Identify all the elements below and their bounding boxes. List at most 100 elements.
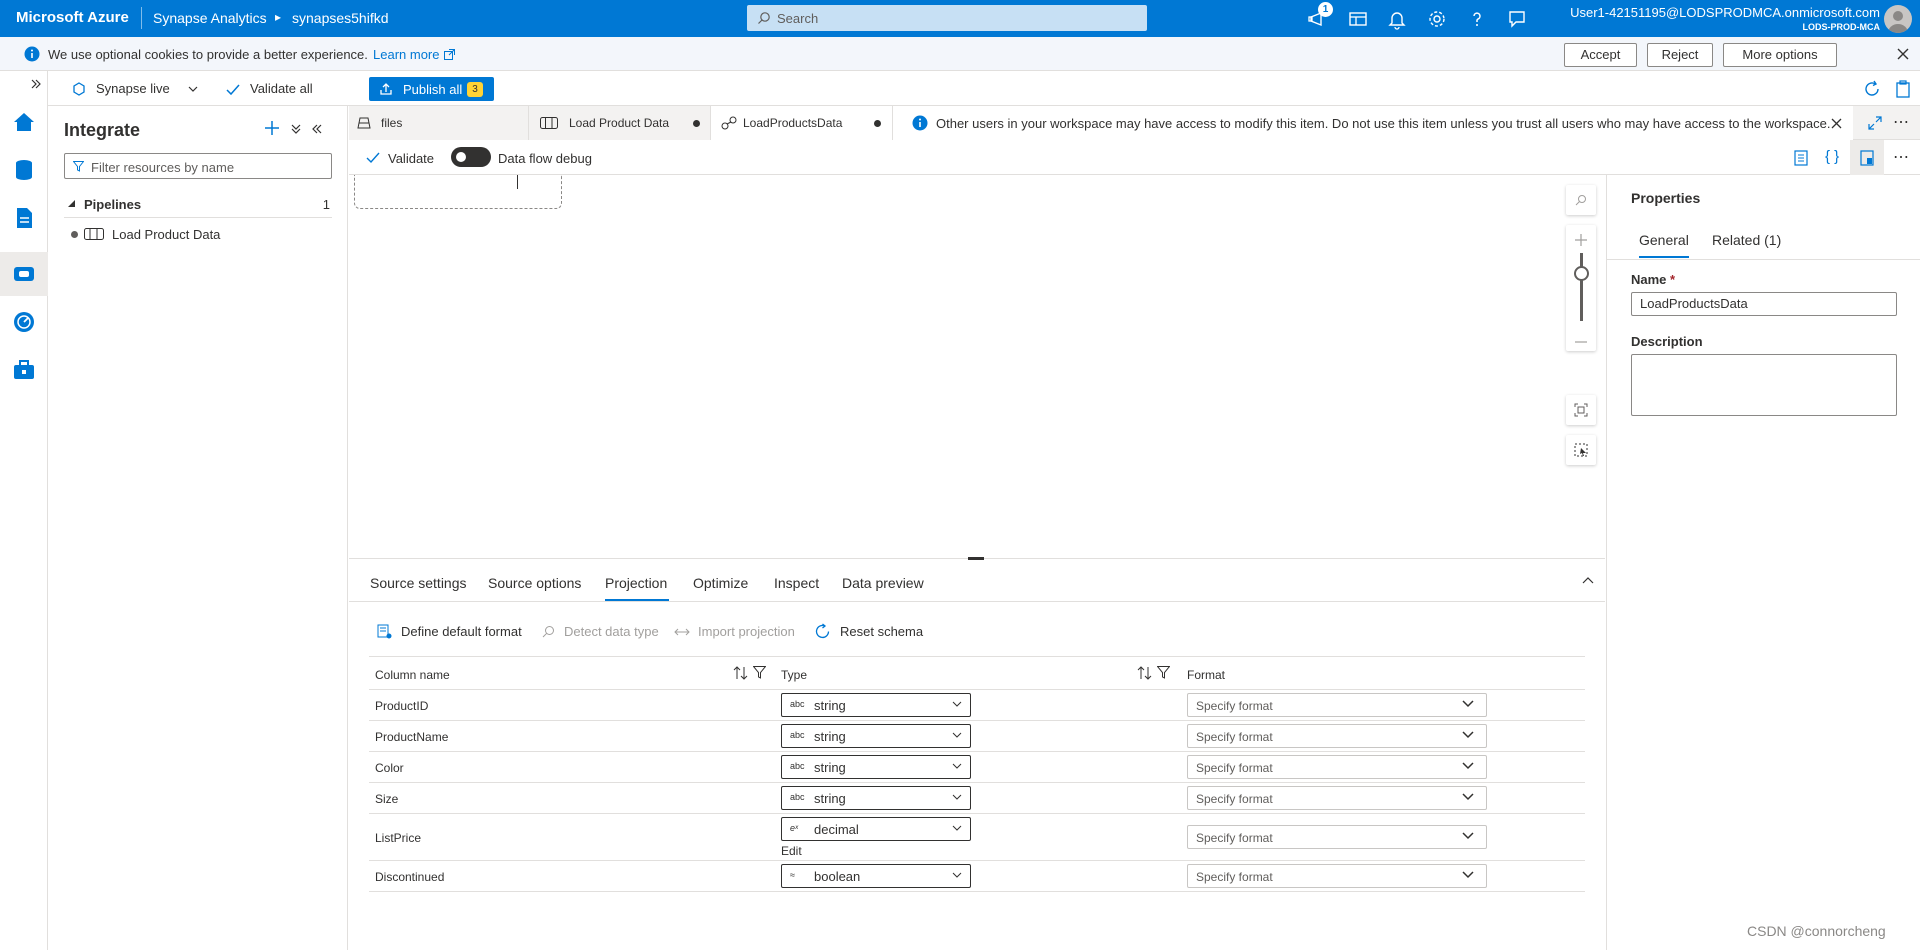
zoom-search-button[interactable]: [1566, 185, 1596, 215]
properties-icon[interactable]: [1860, 150, 1874, 166]
detect-data-type-button[interactable]: Detect data type: [564, 624, 659, 639]
chevron-down-icon[interactable]: [188, 85, 198, 93]
format-dropdown[interactable]: Specify format: [1187, 755, 1487, 779]
type-header: Type: [781, 668, 808, 682]
chevron-up-icon[interactable]: [1582, 576, 1594, 584]
type-dropdown[interactable]: ≈ boolean: [781, 864, 971, 888]
validate-all-button[interactable]: Validate all: [250, 81, 313, 96]
filter-icon[interactable]: [1157, 666, 1170, 679]
more-icon[interactable]: ⋯: [1893, 147, 1909, 167]
search-icon: [1575, 195, 1586, 206]
search-box[interactable]: Search: [747, 5, 1147, 31]
tab-inspect[interactable]: Inspect: [774, 575, 819, 591]
collapse-all-icon[interactable]: [290, 123, 302, 135]
name-field[interactable]: LoadProductsData: [1631, 292, 1897, 316]
tab-loadproductsdata[interactable]: LoadProductsData: [711, 106, 893, 140]
feedback-icon[interactable]: [1506, 8, 1528, 30]
type-dropdown[interactable]: eˣ decimal: [781, 817, 971, 841]
code-icon[interactable]: { }: [1825, 148, 1839, 165]
tab-source-options[interactable]: Source options: [488, 575, 581, 591]
type-dropdown[interactable]: abc string: [781, 755, 971, 779]
monitor-hub-icon[interactable]: [12, 310, 36, 334]
data-flow-debug-toggle[interactable]: [451, 147, 491, 167]
filter-resources-input[interactable]: Filter resources by name: [64, 153, 332, 179]
synapse-live-label[interactable]: Synapse live: [96, 81, 170, 96]
script-icon[interactable]: [1794, 150, 1808, 166]
dataflow-canvas[interactable]: [349, 175, 1605, 558]
integrate-title: Integrate: [64, 120, 141, 140]
avatar[interactable]: [1884, 5, 1912, 33]
pipeline-item-load-product-data[interactable]: Load Product Data: [64, 222, 332, 246]
pane-splitter[interactable]: [968, 557, 984, 560]
reject-button[interactable]: Reject: [1647, 43, 1713, 67]
plus-icon[interactable]: [264, 120, 280, 136]
help-icon[interactable]: [1466, 8, 1488, 30]
description-field[interactable]: [1631, 354, 1897, 416]
zoom-slider[interactable]: [1566, 225, 1596, 351]
close-icon[interactable]: [1831, 118, 1842, 129]
edit-link[interactable]: Edit: [781, 844, 802, 858]
develop-hub-icon[interactable]: [12, 206, 36, 230]
breadcrumb-synapse-analytics[interactable]: Synapse Analytics: [153, 10, 267, 26]
home-icon[interactable]: [12, 110, 36, 134]
gear-icon[interactable]: [1426, 8, 1448, 30]
format-dropdown[interactable]: Specify format: [1187, 825, 1487, 849]
column-name-cell: Color: [375, 761, 404, 775]
fit-to-screen-button[interactable]: [1566, 395, 1596, 425]
dataset-icon: [357, 117, 371, 129]
format-dropdown[interactable]: Specify format: [1187, 693, 1487, 717]
type-icon: abc: [790, 699, 805, 709]
import-projection-button[interactable]: Import projection: [698, 624, 795, 639]
tab-related[interactable]: Related (1): [1712, 232, 1781, 248]
tab-optimize[interactable]: Optimize: [693, 575, 748, 591]
user-name[interactable]: User1-42151195@LODSPRODMCA.onmicrosoft.c…: [1570, 5, 1880, 20]
integrate-hub-icon[interactable]: [12, 262, 36, 286]
chevron-down-icon: [952, 732, 962, 738]
learn-more-link[interactable]: Learn more: [373, 47, 439, 62]
sort-icon[interactable]: [733, 666, 749, 680]
more-icon[interactable]: ⋯: [1893, 112, 1909, 132]
publish-all-button[interactable]: Publish all 3: [369, 77, 494, 101]
type-dropdown[interactable]: abc string: [781, 693, 971, 717]
tab-data-preview[interactable]: Data preview: [842, 575, 924, 591]
select-mode-button[interactable]: [1566, 435, 1596, 465]
tab-source-settings[interactable]: Source settings: [370, 575, 467, 591]
expand-icon[interactable]: [1868, 116, 1882, 130]
filter-icon[interactable]: [753, 666, 766, 679]
pipelines-group[interactable]: Pipelines 1: [64, 192, 332, 218]
close-icon[interactable]: [1897, 48, 1909, 60]
tab-projection[interactable]: Projection: [605, 575, 667, 591]
data-hub-icon[interactable]: [12, 158, 36, 182]
format-dropdown[interactable]: Specify format: [1187, 786, 1487, 810]
avatar-person-icon: [1888, 11, 1908, 33]
collapse-panel-icon[interactable]: [311, 123, 323, 135]
table-row: ProductName abc string Specify format: [369, 721, 1585, 752]
filter-icon: [73, 161, 84, 172]
discard-icon[interactable]: [1895, 80, 1911, 98]
refresh-icon[interactable]: [1863, 80, 1881, 98]
brand-label[interactable]: Microsoft Azure: [16, 9, 129, 26]
bell-icon[interactable]: [1386, 8, 1408, 30]
format-dropdown[interactable]: Specify format: [1187, 724, 1487, 748]
reset-schema-button[interactable]: Reset schema: [840, 624, 923, 639]
zoom-in-icon[interactable]: [1574, 233, 1588, 247]
zoom-handle[interactable]: [1574, 266, 1589, 281]
validate-button[interactable]: Validate: [388, 151, 434, 166]
tab-files[interactable]: files: [349, 106, 529, 140]
tab-general[interactable]: General: [1639, 232, 1689, 248]
column-name-cell: ListPrice: [375, 831, 422, 845]
manage-hub-icon[interactable]: [12, 358, 36, 382]
sort-icon[interactable]: [1137, 666, 1153, 680]
define-default-format-button[interactable]: Define default format: [401, 624, 522, 639]
tab-load-product-data[interactable]: Load Product Data: [529, 106, 711, 140]
portal-menu-icon[interactable]: [1347, 8, 1369, 30]
type-dropdown[interactable]: abc string: [781, 724, 971, 748]
expand-rail-icon[interactable]: [30, 78, 42, 90]
type-dropdown[interactable]: abc string: [781, 786, 971, 810]
format-dropdown[interactable]: Specify format: [1187, 864, 1487, 888]
breadcrumb-workspace[interactable]: synapses5hifkd: [292, 10, 389, 26]
source-node[interactable]: [354, 175, 562, 209]
accept-button[interactable]: Accept: [1564, 43, 1637, 67]
more-options-button[interactable]: More options: [1723, 43, 1837, 67]
zoom-out-icon[interactable]: [1574, 341, 1588, 343]
